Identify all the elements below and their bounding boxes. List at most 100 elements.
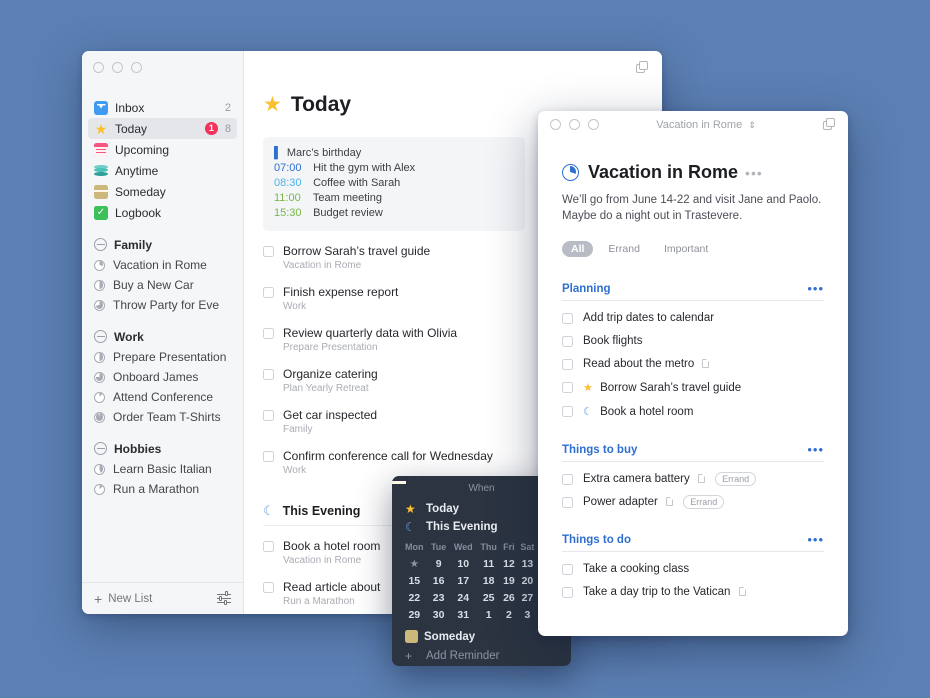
sidebar-project-item[interactable]: Vacation in Rome <box>88 255 237 275</box>
calendar-day-cell[interactable]: 26 <box>501 589 518 606</box>
moon-icon: ☾ <box>405 520 416 534</box>
sidebar-item-upcoming[interactable]: Upcoming <box>88 139 237 160</box>
task-checkbox[interactable] <box>263 246 274 257</box>
windows-icon[interactable] <box>823 118 836 131</box>
project-note[interactable]: We’ll go from June 14-22 and visit Jane … <box>562 192 824 224</box>
star-icon: ★ <box>94 120 108 137</box>
tag-badge[interactable]: Errand <box>715 472 757 486</box>
task-row[interactable]: Power adapter Errand <box>562 495 824 509</box>
calendar-day-cell[interactable]: 11 <box>477 555 501 572</box>
task-checkbox[interactable] <box>263 410 274 421</box>
calendar-day-cell[interactable]: 2 <box>501 606 518 623</box>
more-options-icon[interactable]: ••• <box>807 532 824 547</box>
close-button[interactable] <box>93 62 104 73</box>
task-row[interactable]: Take a cooking class <box>562 563 824 575</box>
task-checkbox[interactable] <box>263 541 274 552</box>
calendar-day-cell[interactable]: 16 <box>428 572 450 589</box>
task-checkbox[interactable] <box>263 328 274 339</box>
calendar-day-cell[interactable]: ★ <box>401 555 428 572</box>
zoom-button[interactable] <box>131 62 142 73</box>
calendar-day-cell[interactable]: 19 <box>501 572 518 589</box>
task-row[interactable]: Read about the metro <box>562 358 824 370</box>
calendar-day-cell[interactable]: 20 <box>517 572 537 589</box>
sidebar-project-item[interactable]: Learn Basic Italian <box>88 459 237 479</box>
task-title: Confirm conference call for Wednesday <box>283 449 493 463</box>
sidebar-heading-family[interactable]: Family <box>88 234 237 255</box>
sidebar-item-someday[interactable]: Someday <box>88 181 237 202</box>
task-checkbox[interactable] <box>562 335 573 347</box>
calendar-day-cell[interactable]: 13 <box>517 555 537 572</box>
calendar-event[interactable]: 07:00 Hit the gym with Alex <box>274 161 514 176</box>
tag-badge[interactable]: Errand <box>683 495 725 509</box>
sidebar-item-anytime[interactable]: Anytime <box>88 160 237 181</box>
task-row[interactable]: Add trip dates to calendar <box>562 312 824 324</box>
calendar-day-cell[interactable]: 27 <box>517 589 537 606</box>
calendar-day-cell[interactable]: 12 <box>501 555 518 572</box>
task-row[interactable]: Extra camera battery Errand <box>562 472 824 486</box>
detail-window-title[interactable]: Vacation in Rome ⇕ <box>589 119 823 131</box>
task-row[interactable]: Book flights <box>562 335 824 347</box>
task-checkbox[interactable] <box>562 473 573 485</box>
task-checkbox[interactable] <box>263 451 274 462</box>
calendar-event[interactable]: 15:30 Budget review <box>274 206 514 221</box>
sidebar-project-item[interactable]: Order Team T-Shirts <box>88 407 237 427</box>
calendar-day-cell[interactable]: 17 <box>450 572 477 589</box>
calendar-day-cell[interactable]: 22 <box>401 589 428 606</box>
calendar-day-cell[interactable]: 25 <box>477 589 501 606</box>
sidebar-heading-work[interactable]: Work <box>88 326 237 347</box>
calendar-event[interactable]: ▌ Marc’s birthday <box>274 146 514 161</box>
calendar-day-cell[interactable]: 3 <box>517 606 537 623</box>
task-checkbox[interactable] <box>562 382 573 393</box>
calendar-day-cell[interactable]: 15 <box>401 572 428 589</box>
plus-icon: + <box>405 648 413 663</box>
sidebar-heading-hobbies[interactable]: Hobbies <box>88 438 237 459</box>
sidebar-project-item[interactable]: Throw Party for Eve <box>88 295 237 315</box>
calendar-day-cell[interactable]: 18 <box>477 572 501 589</box>
calendar-day-cell[interactable]: 24 <box>450 589 477 606</box>
sidebar-item-today[interactable]: ★ Today 1 8 <box>88 118 237 139</box>
windows-icon[interactable] <box>636 60 649 74</box>
calendar-day-cell[interactable]: 29 <box>401 606 428 623</box>
sidebar-project-item[interactable]: Run a Marathon <box>88 479 237 499</box>
sidebar-project-item[interactable]: Attend Conference <box>88 387 237 407</box>
task-row[interactable]: ☾ Book a hotel room <box>562 405 824 418</box>
task-checkbox[interactable] <box>562 406 573 417</box>
more-options-icon[interactable]: ••• <box>807 281 824 296</box>
task-checkbox[interactable] <box>562 358 573 370</box>
calendar-day-cell[interactable]: 23 <box>428 589 450 606</box>
task-checkbox[interactable] <box>562 563 573 575</box>
add-reminder-option[interactable]: + Add Reminder <box>392 646 571 665</box>
task-checkbox[interactable] <box>562 312 573 324</box>
task-checkbox[interactable] <box>263 287 274 298</box>
task-checkbox[interactable] <box>562 586 573 598</box>
sidebar-project-item[interactable]: Onboard James <box>88 367 237 387</box>
more-options-icon[interactable]: ••• <box>807 442 824 457</box>
sidebar-item-inbox[interactable]: Inbox 2 <box>88 97 237 118</box>
minimize-button[interactable] <box>569 119 580 130</box>
calendar-day-cell[interactable]: 31 <box>450 606 477 623</box>
sidebar-item-logbook[interactable]: Logbook <box>88 202 237 223</box>
close-button[interactable] <box>550 119 561 130</box>
filter-all[interactable]: All <box>562 241 594 257</box>
more-options-icon[interactable]: ••• <box>745 165 763 181</box>
calendar-day-cell[interactable]: 9 <box>428 555 450 572</box>
task-row[interactable]: Take a day trip to the Vatican <box>562 586 824 598</box>
calendar-event[interactable]: 08:30 Coffee with Sarah <box>274 176 514 191</box>
task-checkbox[interactable] <box>562 496 573 508</box>
calendar-day-cell[interactable]: 1 <box>477 606 501 623</box>
filter-errand[interactable]: Errand <box>599 241 649 257</box>
task-row[interactable]: ★ Borrow Sarah’s travel guide <box>562 381 824 394</box>
calendar-day-cell[interactable]: 30 <box>428 606 450 623</box>
sidebar-project-item[interactable]: Prepare Presentation <box>88 347 237 367</box>
calendar-day-cell[interactable]: 10 <box>450 555 477 572</box>
sliders-icon[interactable] <box>217 591 231 605</box>
task-checkbox[interactable] <box>263 582 274 593</box>
traffic-lights[interactable] <box>93 62 243 73</box>
calendar-event[interactable]: 11:00 Team meeting <box>274 191 514 206</box>
sidebar-scroll-area[interactable]: Inbox 2 ★ Today 1 8 Upcoming Anytime Som… <box>82 83 243 582</box>
filter-important[interactable]: Important <box>655 241 717 257</box>
new-list-button[interactable]: New List <box>108 593 152 605</box>
sidebar-project-item[interactable]: Buy a New Car <box>88 275 237 295</box>
task-checkbox[interactable] <box>263 369 274 380</box>
minimize-button[interactable] <box>112 62 123 73</box>
